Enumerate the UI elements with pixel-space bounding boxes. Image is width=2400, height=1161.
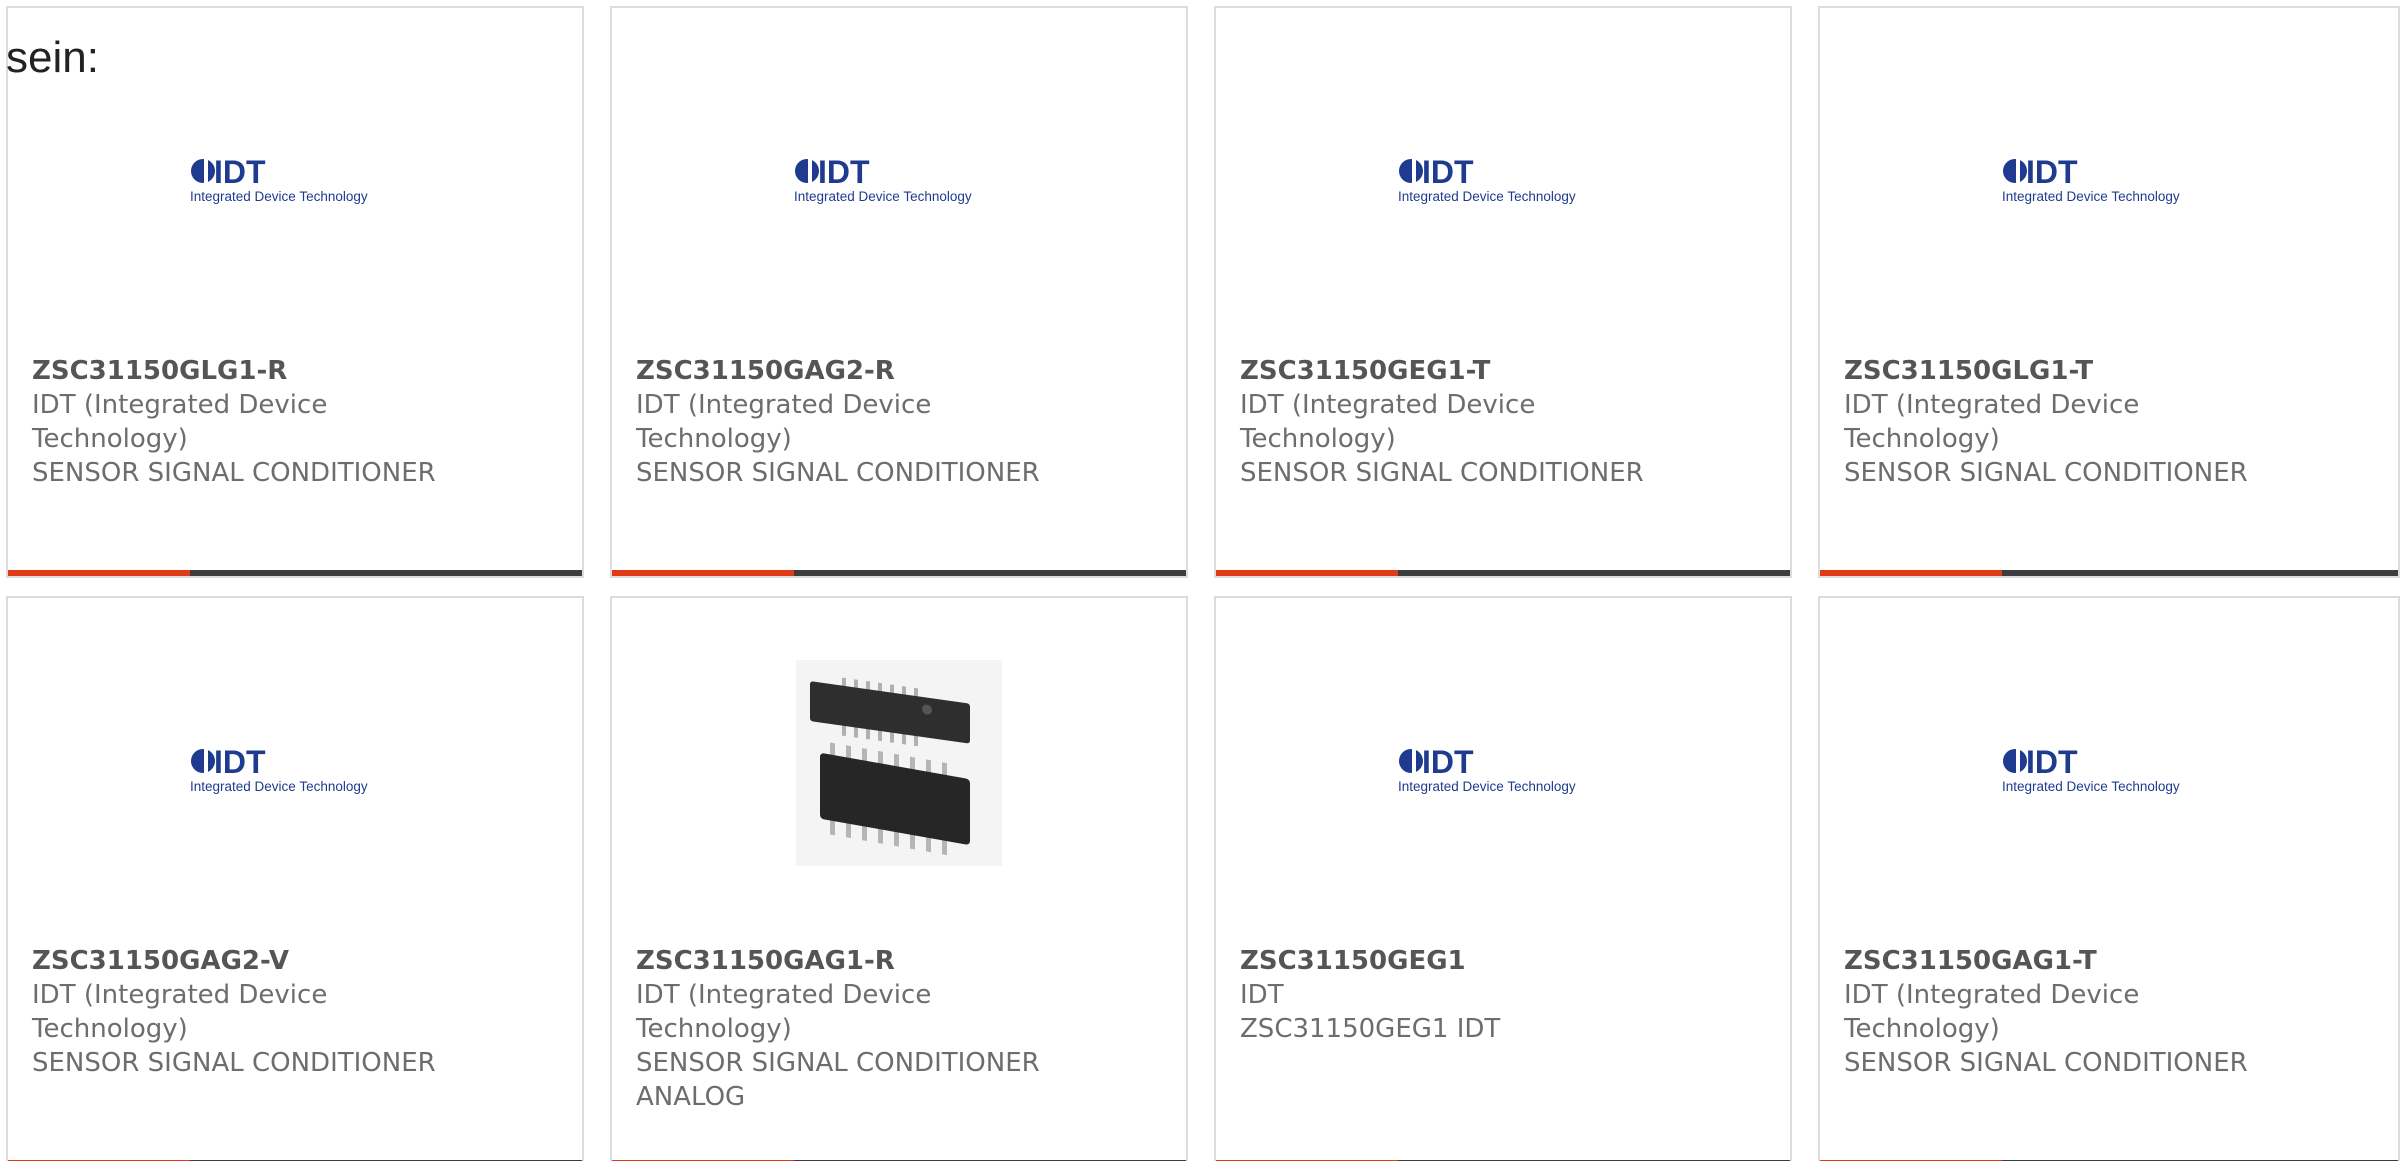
product-details: ZSC31150GEG1-T IDT (Integrated Device Te… [1240, 354, 1770, 490]
part-number[interactable]: ZSC31150GAG1-R [636, 944, 1166, 978]
svg-text:Integrated Device Technology: Integrated Device Technology [190, 779, 368, 794]
product-card[interactable]: IDT Integrated Device Technology ZSC3115… [1818, 596, 2400, 1161]
product-image[interactable]: IDT Integrated Device Technology [1820, 138, 2394, 228]
product-card[interactable]: IDT Integrated Device Technology ZSC3115… [6, 596, 584, 1161]
product-image[interactable] [612, 648, 1186, 878]
product-details: ZSC31150GAG1-R IDT (Integrated Device Te… [636, 944, 1166, 1114]
description: SENSOR SIGNAL CONDITIONER [1240, 458, 1644, 488]
part-number[interactable]: ZSC31150GAG2-R [636, 354, 1166, 388]
description-continued: ANALOG [636, 1082, 746, 1112]
svg-text:Integrated Device Technology: Integrated Device Technology [2002, 189, 2180, 204]
description: SENSOR SIGNAL CONDITIONER [636, 458, 1040, 488]
product-card[interactable]: ZSC31150GAG1-R IDT (Integrated Device Te… [610, 596, 1188, 1161]
product-image[interactable]: IDT Integrated Device Technology [1820, 728, 2394, 818]
card-footer-bar [1820, 570, 2398, 576]
part-number[interactable]: ZSC31150GLG1-R [32, 354, 562, 388]
part-number[interactable]: ZSC31150GLG1-T [1844, 354, 2378, 388]
manufacturer-continued: Technology) [636, 424, 792, 454]
svg-text:IDT: IDT [2026, 744, 2078, 780]
product-details: ZSC31150GLG1-R IDT (Integrated Device Te… [32, 354, 562, 490]
svg-text:IDT: IDT [1422, 154, 1474, 190]
product-details: ZSC31150GAG2-V IDT (Integrated Device Te… [32, 944, 562, 1080]
svg-text:Integrated Device Technology: Integrated Device Technology [2002, 779, 2180, 794]
product-details: ZSC31150GAG1-T IDT (Integrated Device Te… [1844, 944, 2378, 1080]
manufacturer: IDT (Integrated Device [1240, 390, 1536, 420]
card-footer-bar [1216, 570, 1790, 576]
idt-logo-icon: IDT Integrated Device Technology [190, 744, 368, 794]
svg-text:Integrated Device Technology: Integrated Device Technology [794, 189, 972, 204]
idt-logo-icon: IDT Integrated Device Technology [2002, 744, 2180, 794]
manufacturer: IDT (Integrated Device [32, 980, 328, 1010]
card-footer-accent [612, 570, 794, 576]
manufacturer: IDT (Integrated Device [1844, 980, 2140, 1010]
product-image[interactable]: IDT Integrated Device Technology [1216, 728, 1790, 818]
part-number[interactable]: ZSC31150GEG1-T [1240, 354, 1770, 388]
idt-logo-icon: IDT Integrated Device Technology [2002, 154, 2180, 204]
card-footer-accent [8, 570, 190, 576]
product-card[interactable]: IDT Integrated Device Technology ZSC3115… [1818, 6, 2400, 578]
manufacturer-continued: Technology) [636, 1014, 792, 1044]
idt-logo-icon: IDT Integrated Device Technology [1398, 744, 1576, 794]
card-footer-accent [1216, 570, 1398, 576]
manufacturer: IDT (Integrated Device [636, 980, 932, 1010]
manufacturer: IDT (Integrated Device [1844, 390, 2140, 420]
idt-logo-icon: IDT Integrated Device Technology [794, 154, 972, 204]
product-card[interactable]: IDT Integrated Device Technology ZSC3115… [6, 6, 584, 578]
manufacturer: IDT (Integrated Device [32, 390, 328, 420]
svg-text:Integrated Device Technology: Integrated Device Technology [1398, 189, 1576, 204]
svg-text:Integrated Device Technology: Integrated Device Technology [1398, 779, 1576, 794]
manufacturer: IDT (Integrated Device [636, 390, 932, 420]
manufacturer-continued: Technology) [1844, 424, 2000, 454]
product-image[interactable]: IDT Integrated Device Technology [1216, 138, 1790, 228]
svg-text:IDT: IDT [214, 154, 266, 190]
description: SENSOR SIGNAL CONDITIONER [636, 1048, 1040, 1078]
product-image[interactable]: IDT Integrated Device Technology [612, 138, 1186, 228]
product-card[interactable]: IDT Integrated Device Technology ZSC3115… [1214, 596, 1792, 1161]
svg-text:IDT: IDT [1422, 744, 1474, 780]
svg-text:IDT: IDT [2026, 154, 2078, 190]
product-grid: IDT Integrated Device Technology ZSC3115… [0, 0, 2400, 1161]
part-number[interactable]: ZSC31150GEG1 [1240, 944, 1770, 978]
manufacturer-continued: Technology) [32, 424, 188, 454]
card-footer-bar [8, 570, 582, 576]
description: SENSOR SIGNAL CONDITIONER [1844, 1048, 2248, 1078]
idt-logo-icon: IDT Integrated Device Technology [1398, 154, 1576, 204]
svg-text:Integrated Device Technology: Integrated Device Technology [190, 189, 368, 204]
description: SENSOR SIGNAL CONDITIONER [32, 458, 436, 488]
part-number[interactable]: ZSC31150GAG2-V [32, 944, 562, 978]
description: SENSOR SIGNAL CONDITIONER [32, 1048, 436, 1078]
ic-chip-photo-icon [796, 660, 1002, 866]
card-footer-accent [1820, 570, 2002, 576]
manufacturer-continued: Technology) [1240, 424, 1396, 454]
product-card[interactable]: IDT Integrated Device Technology ZSC3115… [1214, 6, 1792, 578]
manufacturer: IDT [1240, 980, 1284, 1010]
part-number[interactable]: ZSC31150GAG1-T [1844, 944, 2378, 978]
product-image[interactable]: IDT Integrated Device Technology [8, 138, 582, 228]
product-details: ZSC31150GLG1-T IDT (Integrated Device Te… [1844, 354, 2378, 490]
card-footer-bar [612, 570, 1186, 576]
description: SENSOR SIGNAL CONDITIONER [1844, 458, 2248, 488]
svg-text:IDT: IDT [214, 744, 266, 780]
description: ZSC31150GEG1 IDT [1240, 1014, 1501, 1044]
manufacturer-continued: Technology) [32, 1014, 188, 1044]
svg-text:IDT: IDT [818, 154, 870, 190]
product-details: ZSC31150GEG1 IDT ZSC31150GEG1 IDT [1240, 944, 1770, 1046]
manufacturer-continued: Technology) [1844, 1014, 2000, 1044]
product-image[interactable]: IDT Integrated Device Technology [8, 728, 582, 818]
product-card[interactable]: IDT Integrated Device Technology ZSC3115… [610, 6, 1188, 578]
idt-logo-icon: IDT Integrated Device Technology [190, 154, 368, 204]
product-details: ZSC31150GAG2-R IDT (Integrated Device Te… [636, 354, 1166, 490]
intro-text: sein: [6, 33, 99, 82]
